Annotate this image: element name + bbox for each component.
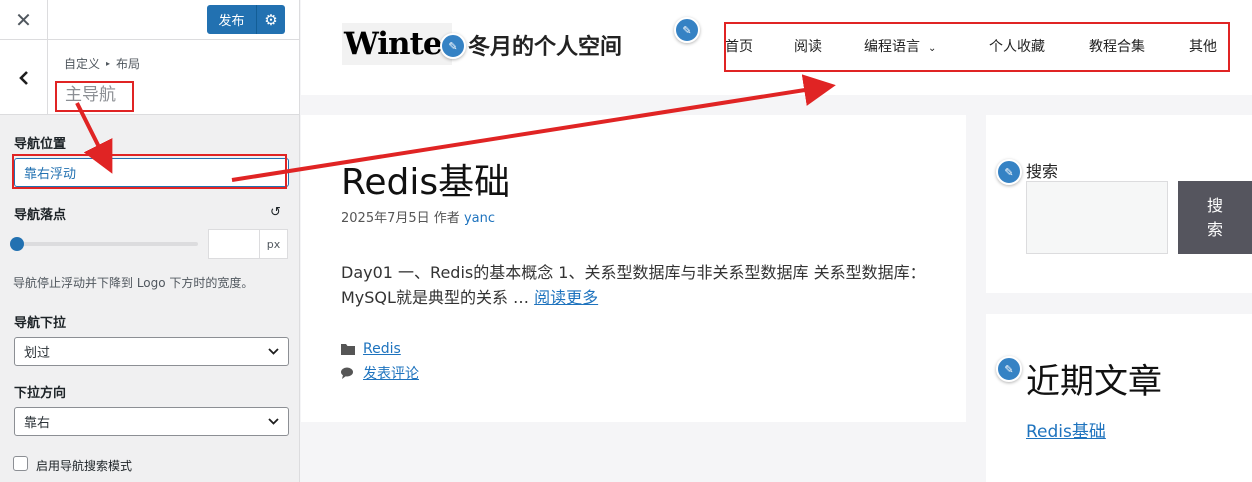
recent-posts-widget: ✎ 近期文章 Redis基础 <box>986 314 1252 482</box>
post-title[interactable]: Redis基础 <box>341 153 510 205</box>
site-preview: Winte ✎ 冬月的个人空间 ✎ 首页 阅读 编程语言 ⌄ 个人收藏 教程合集 … <box>301 0 1252 482</box>
post-meta: 2025年7月5日 作者 yanc <box>341 207 495 226</box>
search-button[interactable]: 搜索 <box>1178 181 1252 254</box>
recent-posts-title: 近期文章 <box>1026 362 1162 402</box>
folder-icon <box>341 344 355 355</box>
nav-dropoff-label: 导航落点 <box>14 208 67 223</box>
search-button-label: 搜索 <box>1206 195 1223 239</box>
nav-dropdown-label: 导航下拉 <box>14 316 67 331</box>
excerpt-text: Day01 一、Redis的基本概念 1、关系型数据库与非关系型数据库 关系型数… <box>341 263 926 307</box>
nav-dropoff-input[interactable] <box>208 229 259 259</box>
breadcrumb-item: 自定义 <box>64 57 101 71</box>
nav-position-label: 导航位置 <box>14 137 67 152</box>
nav-dropoff-slider-thumb[interactable] <box>10 237 24 251</box>
customizer-topbar: ✕ 发布 ⚙ <box>0 0 299 40</box>
edit-pencil-icon[interactable]: ✎ <box>996 356 1022 382</box>
recent-post-link[interactable]: Redis基础 <box>1026 417 1106 442</box>
search-input[interactable] <box>1026 181 1168 254</box>
nav-dropdown-select[interactable]: 划过 <box>14 337 289 366</box>
read-more-link[interactable]: 阅读更多 <box>534 288 598 307</box>
post-date[interactable]: 2025年7月5日 <box>341 211 430 226</box>
comment-icon <box>341 367 353 379</box>
search-mode-checkbox[interactable] <box>13 456 28 471</box>
dropdown-direction-value: 靠右 <box>24 416 51 431</box>
reset-icon[interactable]: ↺ <box>270 205 281 220</box>
back-icon[interactable] <box>0 40 48 115</box>
breadcrumb-item: 布局 <box>116 57 141 71</box>
site-title[interactable]: 冬月的个人空间 <box>468 29 622 61</box>
customizer-sidebar: ✕ 发布 ⚙ 自定义 ▸ 布局 主导航 导航位置 靠右浮动 导航落点 ↺ px … <box>0 0 300 482</box>
nav-dropoff-slider-track[interactable] <box>16 242 198 246</box>
annotation-box-section-title <box>55 81 134 112</box>
chevron-down-icon <box>268 418 279 425</box>
site-logo[interactable]: Winte <box>342 23 452 65</box>
close-icon[interactable]: ✕ <box>0 0 48 40</box>
dropdown-direction-select[interactable]: 靠右 <box>14 407 289 436</box>
edit-pencil-icon[interactable]: ✎ <box>674 17 700 43</box>
search-widget-label: 搜索 <box>1026 162 1059 181</box>
publish-button[interactable]: 发布 <box>207 5 256 34</box>
annotation-box-nav-position <box>12 154 287 189</box>
search-mode-label: 启用导航搜索模式 <box>36 459 133 473</box>
nav-help-text: 导航停止浮动并下降到 Logo 下方时的宽度。 <box>13 276 254 290</box>
edit-pencil-icon[interactable]: ✎ <box>440 33 466 59</box>
section-header: 自定义 ▸ 布局 主导航 <box>0 40 299 115</box>
comment-row: 发表评论 <box>341 363 419 383</box>
post-author[interactable]: yanc <box>464 211 495 226</box>
category-link[interactable]: Redis <box>363 341 401 357</box>
author-prefix: 作者 <box>433 211 460 226</box>
gear-icon[interactable]: ⚙ <box>256 5 285 34</box>
search-widget: ✎ 搜索 搜索 <box>986 115 1252 293</box>
post-excerpt: Day01 一、Redis的基本概念 1、关系型数据库与非关系型数据库 关系型数… <box>341 260 931 310</box>
nav-dropdown-value: 划过 <box>24 346 51 361</box>
dropdown-direction-label: 下拉方向 <box>14 386 67 401</box>
annotation-box-main-nav <box>724 22 1230 72</box>
edit-pencil-icon[interactable]: ✎ <box>996 159 1022 185</box>
chevron-down-icon <box>268 348 279 355</box>
comment-link[interactable]: 发表评论 <box>363 363 419 383</box>
logo-text: Winte <box>344 26 443 62</box>
breadcrumb-separator-icon: ▸ <box>106 59 111 68</box>
post-card: Redis基础 2025年7月5日 作者 yanc Day01 一、Redis的… <box>301 115 966 422</box>
breadcrumb: 自定义 ▸ 布局 <box>64 55 140 72</box>
category-row: Redis <box>341 341 401 357</box>
publish-group: 发布 ⚙ <box>207 5 285 34</box>
unit-label: px <box>259 229 288 259</box>
